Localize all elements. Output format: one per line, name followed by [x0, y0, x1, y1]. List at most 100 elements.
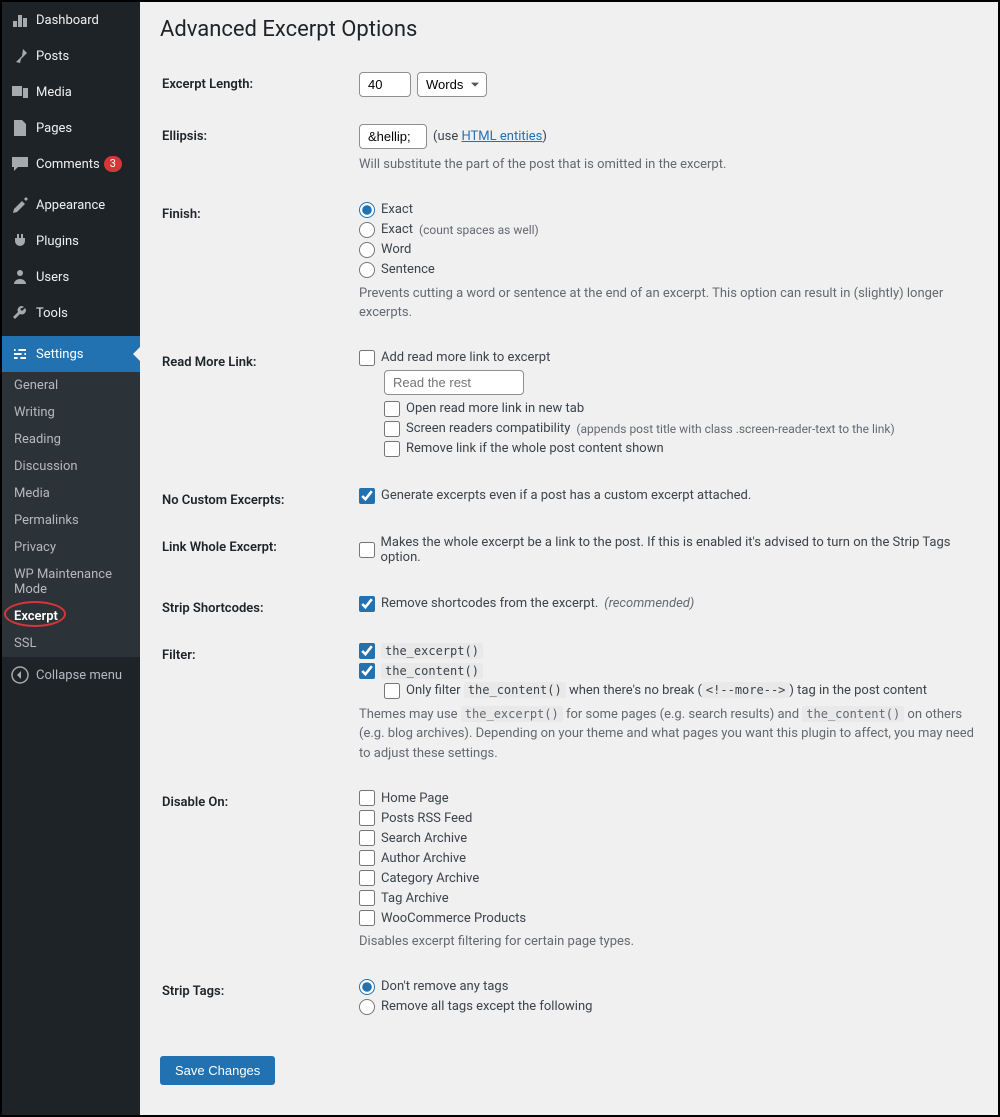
label: Makes the whole excerpt be a link to the…	[381, 535, 976, 565]
read-more-text-input[interactable]	[384, 370, 524, 395]
finish-sentence-radio[interactable]	[359, 262, 375, 278]
label: Screen readers compatibility	[406, 421, 570, 436]
submenu-general[interactable]: General	[2, 372, 140, 399]
main-content: Advanced Excerpt Options Excerpt Length:…	[140, 2, 998, 1115]
label: Posts	[36, 49, 69, 64]
plugins-icon	[10, 231, 30, 251]
label: Remove all tags except the following	[381, 999, 592, 1014]
html-entities-link[interactable]: HTML entities	[461, 129, 542, 144]
sidebar-item-tools[interactable]: Tools	[2, 295, 140, 336]
collapse-menu-button[interactable]: Collapse menu	[2, 657, 140, 693]
label: Dashboard	[36, 13, 99, 28]
submenu-writing[interactable]: Writing	[2, 399, 140, 426]
disable-on-desc: Disables excerpt filtering for certain p…	[359, 932, 976, 952]
read-more-newtab-checkbox[interactable]	[384, 401, 400, 417]
dashboard-icon	[10, 10, 30, 30]
tools-icon	[10, 303, 30, 323]
page-title: Advanced Excerpt Options	[160, 17, 978, 42]
read-more-sr-checkbox[interactable]	[384, 421, 400, 437]
label: WooCommerce Products	[381, 911, 526, 926]
admin-sidebar: Dashboard Posts Media Pages Comments 3 Ap…	[2, 2, 140, 1115]
submenu-ssl[interactable]: SSL	[2, 630, 140, 657]
label: Only filter the_content() when there's n…	[406, 683, 927, 698]
read-more-remove-checkbox[interactable]	[384, 441, 400, 457]
submenu-discussion[interactable]: Discussion	[2, 453, 140, 480]
submenu-wp-maintenance[interactable]: WP Maintenance Mode	[2, 561, 140, 603]
finish-label: Finish:	[162, 192, 357, 338]
label: Exact	[381, 222, 413, 237]
filter-only-nobreak-checkbox[interactable]	[384, 683, 400, 699]
sidebar-item-pages[interactable]: Pages	[2, 110, 140, 146]
disable-on-label: Disable On:	[162, 780, 357, 967]
no-custom-checkbox[interactable]	[359, 488, 375, 504]
finish-word-radio[interactable]	[359, 242, 375, 258]
label: Remove shortcodes from the excerpt.	[381, 596, 598, 611]
disable-rss-checkbox[interactable]	[359, 810, 375, 826]
label: Settings	[36, 347, 83, 362]
comments-count-badge: 3	[104, 156, 122, 172]
disable-author-checkbox[interactable]	[359, 850, 375, 866]
label: Comments	[36, 157, 100, 172]
no-custom-label: No Custom Excerpts:	[162, 478, 357, 523]
label: Search Archive	[381, 831, 467, 846]
sidebar-item-plugins[interactable]: Plugins	[2, 223, 140, 259]
finish-desc: Prevents cutting a word or sentence at t…	[359, 284, 976, 323]
submenu-permalinks[interactable]: Permalinks	[2, 507, 140, 534]
sidebar-item-posts[interactable]: Posts	[2, 38, 140, 74]
finish-exact-radio[interactable]	[359, 202, 375, 218]
sidebar-item-dashboard[interactable]: Dashboard	[2, 2, 140, 38]
label: Collapse menu	[36, 668, 122, 683]
link-whole-checkbox[interactable]	[359, 542, 375, 558]
label: Open read more link in new tab	[406, 401, 584, 416]
label: Category Archive	[381, 871, 479, 886]
submenu-media[interactable]: Media	[2, 480, 140, 507]
filter-content-checkbox[interactable]	[359, 663, 375, 679]
read-more-label: Read More Link:	[162, 340, 357, 476]
sidebar-item-users[interactable]: Users	[2, 259, 140, 295]
disable-home-checkbox[interactable]	[359, 790, 375, 806]
disable-search-checkbox[interactable]	[359, 830, 375, 846]
strip-tags-label: Strip Tags:	[162, 969, 357, 1034]
ellipsis-input[interactable]	[359, 124, 427, 149]
finish-exact-spaces-radio[interactable]	[359, 222, 375, 238]
strip-none-radio[interactable]	[359, 979, 375, 995]
excerpt-length-input[interactable]	[359, 72, 411, 97]
pages-icon	[10, 118, 30, 138]
disable-woocommerce-checkbox[interactable]	[359, 910, 375, 926]
submenu-excerpt[interactable]: Excerpt	[2, 603, 140, 630]
media-icon	[10, 82, 30, 102]
strip-shortcodes-checkbox[interactable]	[359, 596, 375, 612]
disable-tag-checkbox[interactable]	[359, 890, 375, 906]
label: Don't remove any tags	[381, 979, 508, 994]
label: Remove link if the whole post content sh…	[406, 441, 664, 456]
label: Add read more link to excerpt	[381, 350, 550, 365]
label: the_content()	[381, 663, 483, 679]
label: Author Archive	[381, 851, 466, 866]
strip-shortcodes-label: Strip Shortcodes:	[162, 586, 357, 631]
submenu-privacy[interactable]: Privacy	[2, 534, 140, 561]
label: Home Page	[381, 791, 449, 806]
save-changes-button[interactable]: Save Changes	[160, 1056, 275, 1085]
label: Plugins	[36, 234, 79, 249]
disable-category-checkbox[interactable]	[359, 870, 375, 886]
strip-except-radio[interactable]	[359, 999, 375, 1015]
excerpt-length-unit-select[interactable]: Words	[417, 72, 487, 97]
sidebar-item-comments[interactable]: Comments 3	[2, 146, 140, 187]
sidebar-item-appearance[interactable]: Appearance	[2, 187, 140, 223]
collapse-icon	[10, 665, 30, 685]
submenu-reading[interactable]: Reading	[2, 426, 140, 453]
excerpt-length-label: Excerpt Length:	[162, 62, 357, 112]
users-icon	[10, 267, 30, 287]
label: Tag Archive	[381, 891, 449, 906]
label: Users	[36, 270, 69, 285]
filter-excerpt-checkbox[interactable]	[359, 643, 375, 659]
label: Tools	[36, 306, 68, 321]
filter-desc: Themes may use the_excerpt() for some pa…	[359, 705, 976, 764]
sidebar-item-media[interactable]: Media	[2, 74, 140, 110]
label: Exact	[381, 202, 413, 217]
label: Posts RSS Feed	[381, 811, 472, 826]
add-read-more-checkbox[interactable]	[359, 350, 375, 366]
sidebar-item-settings[interactable]: Settings	[2, 336, 140, 372]
ellipsis-desc: Will substitute the part of the post tha…	[359, 155, 976, 175]
label: Word	[381, 242, 411, 257]
